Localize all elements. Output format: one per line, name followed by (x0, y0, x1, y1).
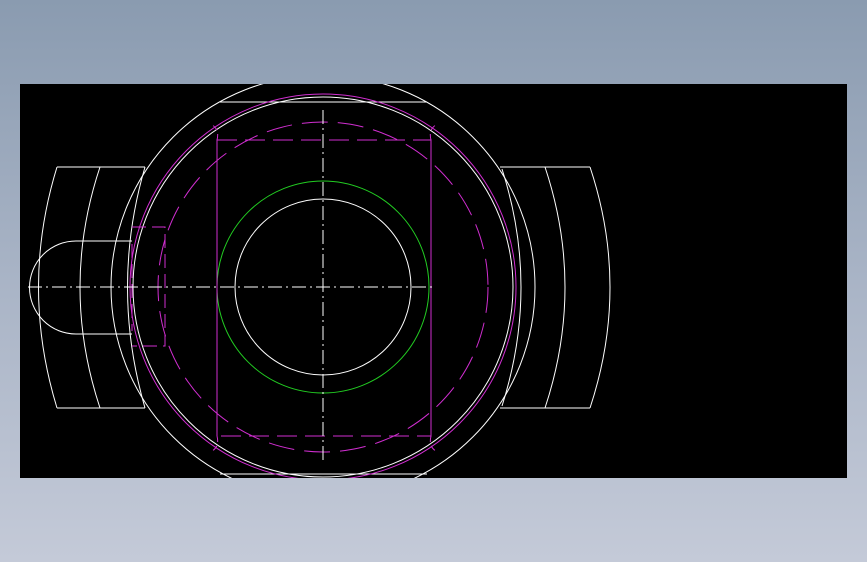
cad-viewport[interactable] (20, 84, 847, 478)
right-boss-arc-outer (589, 166, 611, 409)
outline-layer (29, 84, 611, 478)
hidden-corner-br (429, 435, 439, 453)
right-boss-arc-mid (544, 166, 566, 409)
hidden-corner-tr (429, 123, 439, 141)
hidden-square (216, 139, 432, 437)
cad-drawing (28, 84, 611, 478)
center-lines-layer (28, 110, 435, 464)
